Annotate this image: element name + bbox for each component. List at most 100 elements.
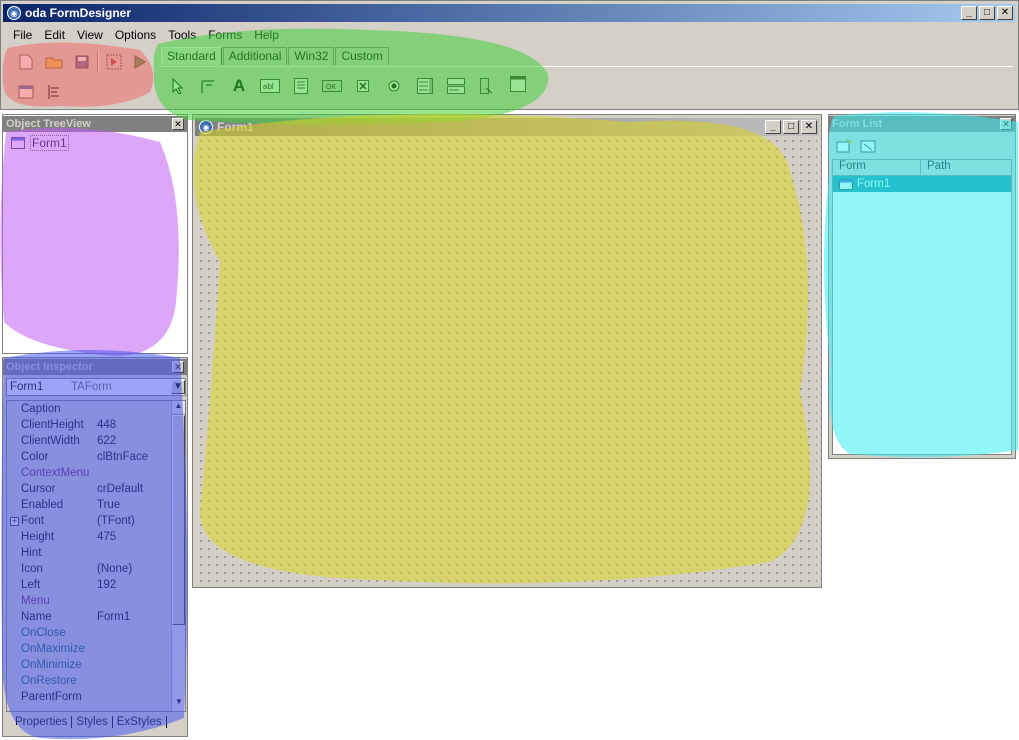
svg-text:abl: abl [263, 82, 274, 91]
tree-item[interactable]: Form1 [11, 135, 69, 151]
property-row[interactable]: Hint [17, 547, 171, 563]
frame-icon[interactable] [197, 75, 219, 97]
tab-additional[interactable]: Additional [222, 47, 288, 65]
property-row[interactable]: ClientWidth 622 [17, 435, 171, 451]
property-row[interactable]: ContextMenu [17, 467, 171, 483]
treeview-panel: Object TreeView ✕ Form1 [2, 114, 188, 354]
label-icon[interactable]: A [228, 75, 250, 97]
form-close-button[interactable]: ✕ [801, 120, 817, 134]
scrollbar-icon[interactable] [476, 75, 498, 97]
palette-body [159, 66, 1013, 104]
groupbox-icon[interactable] [507, 73, 529, 95]
open-folder-icon[interactable] [43, 51, 65, 73]
tab-styles[interactable]: Styles [72, 716, 113, 728]
compile-icon[interactable] [129, 51, 151, 73]
form-icon [11, 137, 25, 149]
main-window: ◉ oda FormDesigner _ □ ✕ File Edit View … [0, 0, 1019, 110]
treeview-close-icon[interactable]: ✕ [172, 118, 184, 130]
new-form-icon[interactable] [15, 81, 37, 103]
formlist-panel: Form List ✕ Form Path Form1 [828, 114, 1016, 459]
menu-edit[interactable]: Edit [38, 28, 71, 44]
property-row[interactable]: Icon (None) [17, 563, 171, 579]
property-row[interactable]: Left 192 [17, 579, 171, 595]
inspector-title: Object Inspector [6, 361, 93, 373]
app-logo-icon: ◉ [7, 6, 21, 20]
scroll-down-icon[interactable]: ▼ [172, 697, 185, 711]
property-row[interactable]: OnClose [17, 627, 171, 643]
formlist-cell-form: Form1 [857, 178, 891, 190]
save-icon[interactable] [71, 51, 93, 73]
form-icon [839, 178, 853, 190]
tab-standard[interactable]: Standard [161, 47, 222, 65]
minimize-button[interactable]: _ [961, 6, 977, 20]
treeview-title: Object TreeView [6, 118, 91, 130]
property-row[interactable]: Caption [17, 403, 171, 419]
menu-tools[interactable]: Tools [162, 28, 202, 44]
scroll-thumb[interactable] [172, 415, 185, 625]
align-icon[interactable] [43, 81, 65, 103]
scroll-up-icon[interactable]: ▲ [172, 401, 185, 415]
listbox-icon[interactable] [414, 75, 436, 97]
formlist-header: Form Path [833, 160, 1011, 176]
property-row[interactable]: Name Form1 [17, 611, 171, 627]
menu-options[interactable]: Options [109, 28, 162, 44]
menubar: File Edit View Options Tools Forms Help [7, 28, 285, 44]
menu-help[interactable]: Help [248, 28, 285, 44]
column-header-path[interactable]: Path [921, 160, 1011, 176]
property-row[interactable]: ParentForm [17, 691, 171, 707]
design-surface[interactable] [197, 137, 817, 585]
grid-scrollbar[interactable]: ▲ ▼ [171, 401, 185, 711]
property-row[interactable]: Color clBtnFace [17, 451, 171, 467]
menu-view[interactable]: View [71, 28, 109, 44]
form-minimize-button[interactable]: _ [765, 120, 781, 134]
form-maximize-button[interactable]: □ [783, 120, 799, 134]
property-row[interactable]: Font (TFont) [17, 515, 171, 531]
run-form-icon[interactable] [103, 51, 125, 73]
formlist-table: Form Path Form1 [832, 159, 1012, 455]
property-row[interactable]: ClientHeight 448 [17, 419, 171, 435]
button-icon[interactable]: OK [321, 75, 343, 97]
menu-file[interactable]: File [7, 28, 38, 44]
radio-button-icon[interactable] [383, 75, 405, 97]
object-selector[interactable]: Form1 TAForm ▼ [6, 378, 186, 396]
new-file-icon[interactable] [15, 51, 37, 73]
formlist-close-icon[interactable]: ✕ [1000, 118, 1012, 130]
property-row[interactable]: Menu [17, 595, 171, 611]
inspector-tabs: Properties Styles ExStyles [11, 716, 167, 728]
tab-custom[interactable]: Custom [335, 47, 389, 65]
property-row[interactable]: Cursor crDefault [17, 483, 171, 499]
add-form-icon[interactable] [833, 135, 855, 157]
edit-box-icon[interactable]: abl [259, 75, 281, 97]
property-row[interactable]: Height 475 [17, 531, 171, 547]
memo-icon[interactable] [290, 75, 312, 97]
maximize-button[interactable]: □ [979, 6, 995, 20]
object-name: Form1 [10, 381, 44, 393]
column-header-form[interactable]: Form [833, 160, 921, 176]
app-title: oda FormDesigner [25, 6, 132, 20]
chevron-down-icon[interactable]: ▼ [171, 380, 185, 394]
inspector-close-icon[interactable]: ✕ [172, 361, 184, 373]
property-row[interactable]: Enabled True [17, 499, 171, 515]
inspector-panel: Object Inspector ✕ Form1 TAForm ▼ + ▲ ▼ … [2, 357, 188, 737]
toolbar-separator [97, 51, 99, 73]
property-row[interactable]: OnMaximize [17, 643, 171, 659]
tab-properties[interactable]: Properties [11, 716, 73, 728]
table-row[interactable]: Form1 [833, 176, 1011, 192]
property-row[interactable]: OnRestore [17, 675, 171, 691]
property-row[interactable]: OnMinimize [17, 659, 171, 675]
remove-form-icon[interactable] [857, 135, 879, 157]
tab-win32[interactable]: Win32 [288, 47, 335, 65]
pointer-icon[interactable] [167, 75, 189, 97]
close-button[interactable]: ✕ [997, 6, 1013, 20]
tree-item-label: Form1 [30, 135, 69, 151]
formlist-titlebar: Form List ✕ [829, 116, 1015, 132]
form-app-icon: ◉ [199, 120, 213, 134]
combobox-icon[interactable] [445, 75, 467, 97]
main-titlebar: ◉ oda FormDesigner _ □ ✕ [3, 4, 1015, 22]
tab-exstyles[interactable]: ExStyles [113, 716, 167, 728]
object-class: TAForm [71, 381, 112, 393]
menu-forms[interactable]: Forms [202, 28, 248, 44]
form-title: Form1 [217, 120, 254, 134]
svg-text:OK: OK [326, 84, 336, 91]
checkbox-icon[interactable] [352, 75, 374, 97]
